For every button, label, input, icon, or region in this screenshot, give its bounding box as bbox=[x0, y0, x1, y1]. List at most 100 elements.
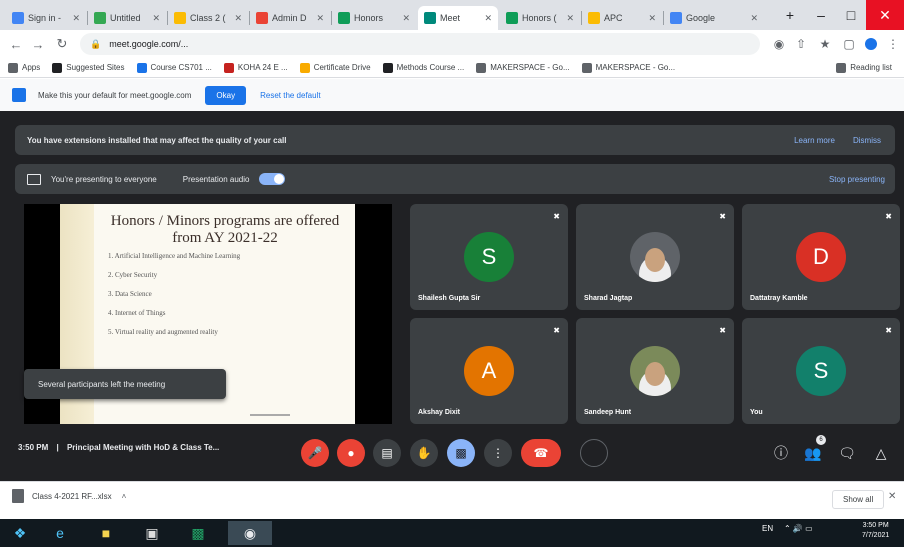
camera-off-button[interactable]: ● bbox=[337, 439, 365, 467]
bookmark-item[interactable]: Suggested Sites bbox=[52, 62, 125, 73]
participants-left-toast: Several participants left the meeting bbox=[24, 369, 226, 399]
bookmark-star-icon[interactable]: ★ bbox=[816, 34, 834, 54]
chrome-taskbar-icon[interactable]: ◉ bbox=[228, 521, 272, 545]
bookmark-label: Course CS701 ... bbox=[150, 63, 212, 72]
start-icon[interactable]: ❖ bbox=[8, 521, 32, 545]
reload-icon[interactable]: ↻ bbox=[52, 34, 72, 54]
edge-icon[interactable]: e bbox=[48, 521, 72, 545]
share-icon[interactable]: ⇧ bbox=[792, 34, 810, 54]
meeting-info-icon[interactable]: ⓘ bbox=[770, 442, 792, 464]
download-item[interactable]: Class 4-2021 RF...xlsx ˄ bbox=[12, 489, 126, 503]
profile-icon[interactable] bbox=[862, 34, 880, 54]
more-options-button[interactable]: ⋮ bbox=[484, 439, 512, 467]
tray-language[interactable]: EN bbox=[762, 524, 773, 533]
browser-tab[interactable]: Google ✕ bbox=[664, 6, 764, 30]
back-icon[interactable]: ← bbox=[6, 34, 26, 54]
browser-tab[interactable]: Class 2 (✕ bbox=[168, 6, 248, 30]
end-call-icon: ☎ bbox=[533, 446, 549, 460]
tab-favicon-icon bbox=[424, 12, 436, 24]
bookmark-item[interactable]: Apps bbox=[8, 62, 41, 73]
people-icon[interactable]: 👥 bbox=[802, 442, 824, 464]
forward-icon[interactable]: → bbox=[28, 34, 48, 54]
menu-icon[interactable]: ⋮ bbox=[884, 34, 902, 54]
camera-indicator-icon[interactable]: ◉ bbox=[770, 34, 788, 54]
bookmark-label: MAKERSPACE - Go... bbox=[490, 63, 570, 72]
participant-tile[interactable]: S ✖ You bbox=[742, 318, 900, 424]
raise-hand-button[interactable]: ✋ bbox=[410, 439, 438, 467]
bookmark-item[interactable]: Methods Course ... bbox=[382, 62, 464, 73]
close-shelf-icon[interactable]: ✕ bbox=[888, 491, 896, 502]
bookmark-label: Apps bbox=[22, 63, 41, 72]
participant-tile[interactable]: A ✖ Akshay Dixit bbox=[410, 318, 568, 424]
mic-muted-icon: ✖ bbox=[719, 212, 726, 221]
infobar-reset-link[interactable]: Reset the default bbox=[260, 91, 320, 100]
bookmark-icon bbox=[476, 62, 487, 73]
present-now-button[interactable]: ▩ bbox=[447, 439, 475, 467]
minimize-button[interactable]: – bbox=[806, 0, 836, 30]
tab-close-icon[interactable]: ✕ bbox=[480, 13, 492, 24]
bookmark-item[interactable]: MAKERSPACE - Go... bbox=[476, 62, 570, 73]
tab-close-icon[interactable]: ✕ bbox=[398, 13, 410, 24]
stop-presenting-button[interactable]: Stop presenting bbox=[829, 175, 885, 184]
bookmark-item[interactable]: Reading list bbox=[836, 62, 892, 73]
bookmark-icon bbox=[836, 62, 847, 73]
browser-tab[interactable]: Honors (✕ bbox=[500, 6, 580, 30]
participant-tile[interactable]: D ✖ Dattatray Kamble bbox=[742, 204, 900, 310]
browser-tab[interactable]: APC ✕ bbox=[582, 6, 662, 30]
tab-close-icon[interactable]: ✕ bbox=[644, 13, 656, 24]
browser-tab[interactable]: Sign in - ✕ bbox=[6, 6, 86, 30]
meeting-separator: | bbox=[56, 443, 59, 452]
slide-footer bbox=[250, 414, 290, 416]
show-all-button[interactable]: Show all bbox=[832, 490, 885, 509]
bookmark-icon bbox=[299, 62, 310, 73]
more-vert-icon: ⋮ bbox=[492, 446, 504, 460]
browser-tab[interactable]: Untitled ✕ bbox=[88, 6, 166, 30]
excel-icon[interactable]: ▩ bbox=[186, 521, 210, 545]
bookmark-icon bbox=[52, 62, 63, 73]
participant-tile[interactable]: ✖ Sharad Jagtap bbox=[576, 204, 734, 310]
chat-icon[interactable]: 🗨 bbox=[836, 442, 858, 464]
extensions-icon[interactable]: ▢ bbox=[840, 34, 858, 54]
tab-close-icon[interactable]: ✕ bbox=[230, 13, 242, 24]
bookmark-item[interactable]: KOHA 24 E ... bbox=[223, 62, 288, 73]
slide-bullet: 1. Artificial Intelligence and Machine L… bbox=[108, 252, 241, 260]
tab-close-icon[interactable]: ✕ bbox=[746, 13, 758, 24]
bookmark-icon bbox=[136, 62, 147, 73]
mic-off-button[interactable]: 🎤 bbox=[301, 439, 329, 467]
captions-button[interactable]: ▤ bbox=[373, 439, 401, 467]
tab-close-icon[interactable]: ✕ bbox=[562, 13, 574, 24]
tab-close-icon[interactable]: ✕ bbox=[68, 13, 80, 24]
close-window-button[interactable]: ✕ bbox=[866, 0, 904, 30]
new-tab-button[interactable]: + bbox=[780, 0, 800, 30]
meeting-time: 3:50 PM bbox=[18, 443, 49, 452]
browser-tab[interactable]: Honors ✕ bbox=[332, 6, 416, 30]
tray-clock[interactable]: 3:50 PM 7/7/2021 bbox=[862, 521, 889, 541]
download-chevron-icon[interactable]: ˄ bbox=[122, 492, 127, 501]
learn-more-link[interactable]: Learn more bbox=[794, 136, 835, 145]
tab-label: Google bbox=[686, 13, 716, 23]
browser-tab[interactable]: Admin D ✕ bbox=[250, 6, 330, 30]
presentation-audio-toggle[interactable] bbox=[259, 173, 286, 185]
tray-icons[interactable]: ⌃ 🔊 ▭ bbox=[784, 524, 813, 533]
download-shelf bbox=[0, 481, 904, 519]
bookmark-item[interactable]: Certificate Drive bbox=[299, 62, 371, 73]
bookmark-item[interactable]: Course CS701 ... bbox=[136, 62, 212, 73]
infobar-okay-button[interactable]: Okay bbox=[205, 85, 247, 105]
dismiss-link[interactable]: Dismiss bbox=[853, 136, 881, 145]
people-count-badge: 6 bbox=[816, 435, 826, 445]
maximize-button[interactable]: □ bbox=[836, 0, 866, 30]
participant-tile[interactable]: ✖ Sandeep Hunt bbox=[576, 318, 734, 424]
presentation-audio-label: Presentation audio bbox=[182, 174, 250, 184]
address-bar[interactable]: 🔒 meet.google.com/... bbox=[80, 33, 760, 55]
tab-close-icon[interactable]: ✕ bbox=[312, 13, 324, 24]
bookmark-item[interactable]: MAKERSPACE - Go... bbox=[581, 62, 675, 73]
file-explorer-icon[interactable]: ■ bbox=[94, 521, 118, 545]
leave-call-button[interactable]: ☎ bbox=[521, 439, 561, 467]
extension-warning-text: You have extensions installed that may a… bbox=[27, 135, 287, 145]
tab-close-icon[interactable]: ✕ bbox=[148, 13, 160, 24]
browser-tab[interactable]: Meet ✕ bbox=[418, 6, 498, 30]
participant-tile[interactable]: S ✖ Shailesh Gupta Sir bbox=[410, 204, 568, 310]
activities-icon[interactable]: △ bbox=[870, 442, 892, 464]
app-icon[interactable]: ▣ bbox=[140, 521, 164, 545]
tab-favicon-icon bbox=[256, 12, 268, 24]
